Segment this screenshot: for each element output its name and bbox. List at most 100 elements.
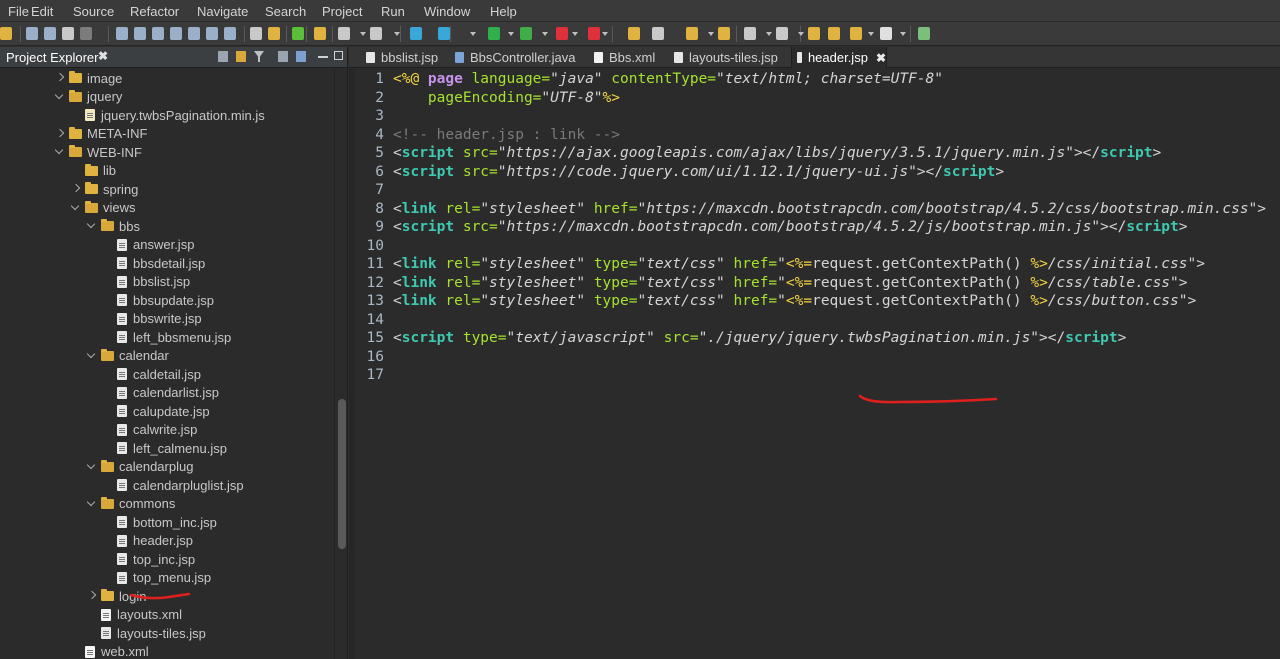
skip-icon[interactable] xyxy=(80,27,92,40)
step-into-icon[interactable] xyxy=(188,27,200,40)
tree-item[interactable]: layouts.xml xyxy=(101,606,182,624)
editor-tab[interactable]: layouts-tiles.jsp xyxy=(669,47,781,68)
menu-source[interactable]: Source xyxy=(73,4,114,19)
tree-item[interactable]: image xyxy=(55,69,122,87)
disconnect-icon[interactable] xyxy=(170,27,182,40)
perspective-icon[interactable] xyxy=(918,27,930,40)
dropdown-caret-icon[interactable] xyxy=(508,32,514,36)
skin-icon[interactable] xyxy=(314,27,326,40)
chevron-down-icon[interactable] xyxy=(87,351,97,361)
tree-item[interactable]: calendarlist.jsp xyxy=(117,384,219,402)
step-over-icon[interactable] xyxy=(206,27,218,40)
pen-icon[interactable] xyxy=(686,27,698,40)
bug-icon[interactable] xyxy=(438,27,450,40)
tree-item[interactable]: top_inc.jsp xyxy=(117,550,195,568)
filter-icon[interactable] xyxy=(268,27,280,40)
editor-tab[interactable]: BbsController.java xyxy=(450,47,578,68)
tree-item[interactable]: calendarpluglist.jsp xyxy=(117,476,244,494)
suspend-icon[interactable] xyxy=(134,27,146,40)
print-icon[interactable] xyxy=(62,27,74,40)
code-line[interactable]: 13 <link rel="stylesheet" type="text/css"… xyxy=(355,292,1197,310)
code-line[interactable]: 17 xyxy=(355,366,393,384)
tree-item[interactable]: bbswrite.jsp xyxy=(117,310,202,328)
code-line[interactable]: 3 xyxy=(355,107,393,125)
code-line[interactable]: 1 <%@ page language="java" contentType="t… xyxy=(355,70,943,88)
chevron-down-icon[interactable] xyxy=(55,147,65,157)
tree-item[interactable]: WEB-INF xyxy=(55,143,142,161)
debug-icon[interactable] xyxy=(292,27,304,40)
collapse-all-icon[interactable] xyxy=(218,51,228,62)
dropdown-caret-icon[interactable] xyxy=(572,32,578,36)
save-icon[interactable] xyxy=(26,27,38,40)
tree-item[interactable]: bbsdetail.jsp xyxy=(117,254,205,272)
search-icon[interactable] xyxy=(652,27,664,40)
close-icon[interactable]: ✖ xyxy=(876,51,886,65)
filter-icon[interactable] xyxy=(254,51,264,62)
menu-run[interactable]: Run xyxy=(381,4,405,19)
tree-item[interactable]: layouts-tiles.jsp xyxy=(101,624,206,642)
chevron-down-icon[interactable] xyxy=(55,92,65,102)
save-all-icon[interactable] xyxy=(44,27,56,40)
focus-icon[interactable] xyxy=(296,51,306,62)
code-line[interactable]: 7 xyxy=(355,181,393,199)
tree-item[interactable]: caldetail.jsp xyxy=(117,365,201,383)
code-line[interactable]: 4 <!-- header.jsp : link --> xyxy=(355,126,620,144)
chevron-right-icon[interactable] xyxy=(71,184,81,194)
tree-item[interactable]: bbslist.jsp xyxy=(117,273,190,291)
dropdown-caret-icon[interactable] xyxy=(470,32,476,36)
tree-item[interactable]: META-INF xyxy=(55,125,147,143)
tree-item[interactable]: header.jsp xyxy=(117,532,193,550)
run-icon[interactable] xyxy=(488,27,500,40)
back2-icon[interactable] xyxy=(850,27,862,40)
editor-tab[interactable]: bbslist.jsp xyxy=(361,47,441,68)
coverage-icon[interactable] xyxy=(520,27,532,40)
menu-refactor[interactable]: Refactor xyxy=(130,4,179,19)
chevron-down-icon[interactable] xyxy=(87,499,97,509)
terminate-icon[interactable] xyxy=(152,27,164,40)
dropdown-caret-icon[interactable] xyxy=(868,32,874,36)
menu-edit[interactable]: Edit xyxy=(31,4,53,19)
tree-item[interactable]: lib xyxy=(71,162,116,180)
tree-item[interactable]: commons xyxy=(87,495,175,513)
globe-icon[interactable] xyxy=(370,27,382,40)
tree-item[interactable]: jquery xyxy=(55,88,122,106)
tree-item[interactable]: spring xyxy=(71,180,138,198)
maximize-icon[interactable] xyxy=(334,51,343,60)
toggle-icon[interactable] xyxy=(250,27,262,40)
stop2-icon[interactable] xyxy=(588,27,600,40)
dropdown-caret-icon[interactable] xyxy=(360,32,366,36)
chevron-right-icon[interactable] xyxy=(55,73,65,83)
forward-icon[interactable] xyxy=(828,27,840,40)
tree-item[interactable]: web.xml xyxy=(85,643,149,659)
new-server-icon[interactable] xyxy=(338,27,350,40)
code-line[interactable]: 11 <link rel="stylesheet" type="text/css"… xyxy=(355,255,1205,273)
project-explorer-title[interactable]: Project Explorer xyxy=(6,50,98,65)
next-annotation-icon[interactable] xyxy=(744,27,756,40)
tree-item[interactable]: calendar xyxy=(87,347,169,365)
minimize-icon[interactable] xyxy=(318,56,328,58)
annotation-icon[interactable] xyxy=(718,27,730,40)
code-line[interactable]: 6 <script src="https://code.jquery.com/ui… xyxy=(355,163,1004,181)
code-line[interactable]: 8 <link rel="stylesheet" href="https://ma… xyxy=(355,200,1266,218)
forward2-icon[interactable] xyxy=(880,27,892,40)
dropdown-caret-icon[interactable] xyxy=(798,32,804,36)
stop-icon[interactable] xyxy=(556,27,568,40)
tree-item[interactable]: views xyxy=(71,199,136,217)
editor-tab[interactable]: Bbs.xml xyxy=(589,47,659,68)
code-line[interactable]: 16 xyxy=(355,348,393,366)
menu-project[interactable]: Project xyxy=(322,4,362,19)
chevron-right-icon[interactable] xyxy=(87,591,97,601)
chevron-right-icon[interactable] xyxy=(55,129,65,139)
tree-item[interactable]: left_bbsmenu.jsp xyxy=(117,328,231,346)
dropdown-caret-icon[interactable] xyxy=(394,32,400,36)
web-icon[interactable] xyxy=(410,27,422,40)
chevron-down-icon[interactable] xyxy=(71,203,81,213)
tree-item[interactable]: bbs xyxy=(87,217,140,235)
menu-navigate[interactable]: Navigate xyxy=(197,4,248,19)
resume-icon[interactable] xyxy=(116,27,128,40)
tree-item[interactable]: calwrite.jsp xyxy=(117,421,197,439)
view-menu-icon[interactable] xyxy=(278,51,288,62)
close-icon[interactable]: ✖ xyxy=(98,49,108,63)
explorer-scrollbar[interactable] xyxy=(334,69,347,659)
tree-item[interactable]: left_calmenu.jsp xyxy=(117,439,227,457)
